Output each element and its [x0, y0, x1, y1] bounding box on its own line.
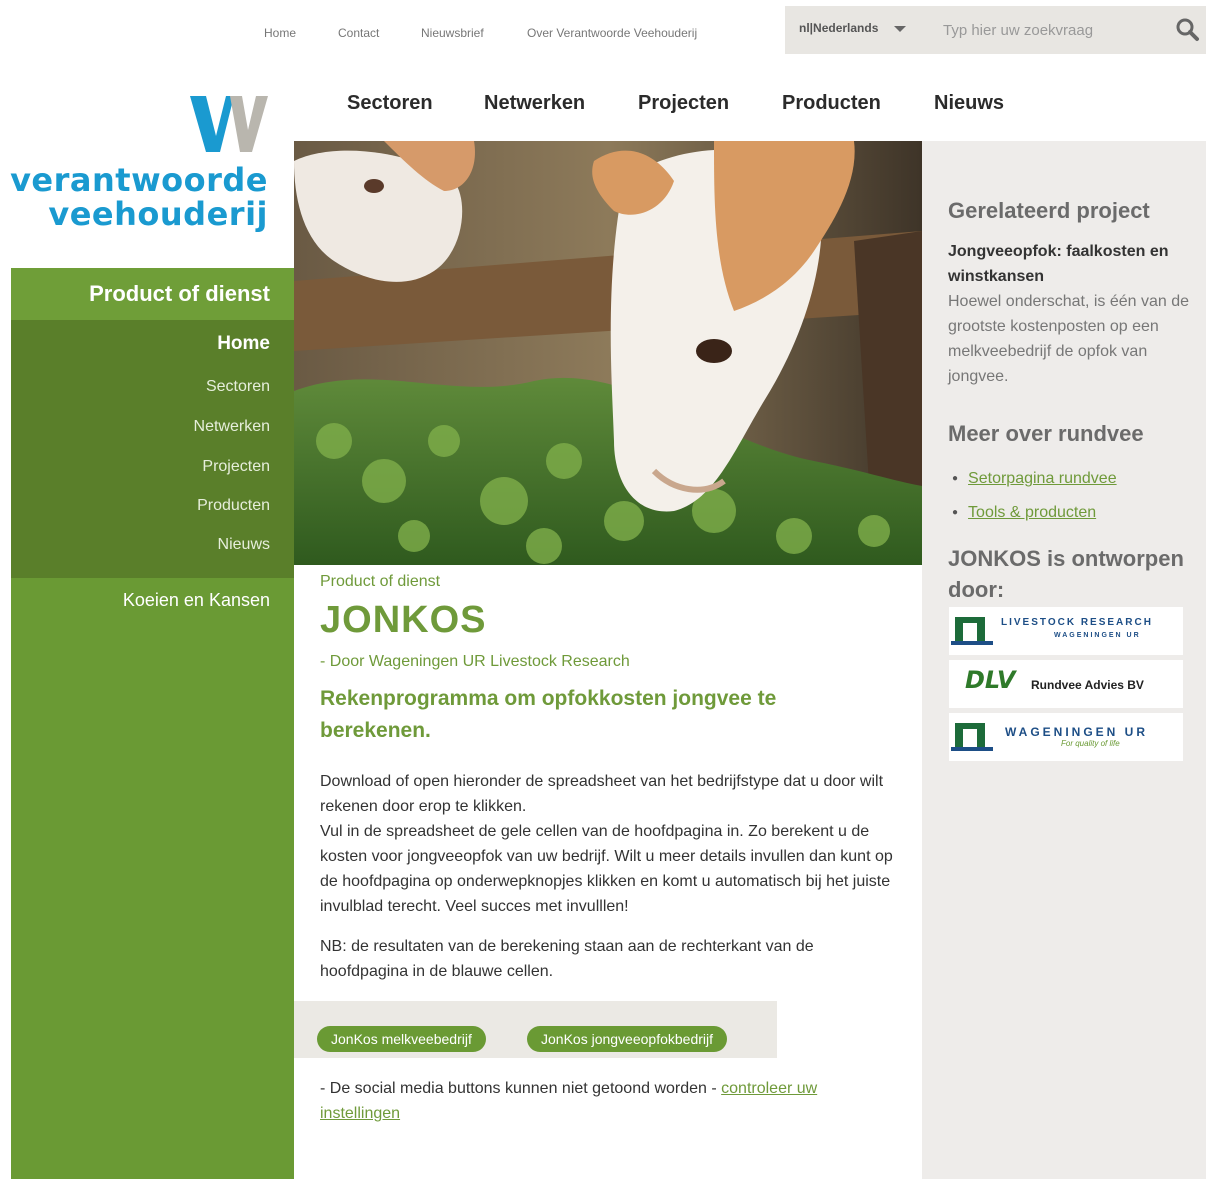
sidebar-title: Product of dienst: [11, 268, 294, 320]
download-button-bar: JonKos melkveebedrijf JonKos jongveeopfo…: [294, 1001, 777, 1058]
logo-text-line1: verantwoorde: [10, 161, 268, 199]
sidebar-item-netwerken[interactable]: Netwerken: [194, 418, 270, 436]
site-logo[interactable]: verantwoorde veehouderij: [10, 94, 272, 240]
top-link-about[interactable]: Over Verantwoorde Veehouderij: [527, 26, 697, 40]
chevron-down-icon: [894, 26, 906, 32]
jonkos-jongveeopfokbedrijf-button[interactable]: JonKos jongveeopfokbedrijf: [527, 1026, 728, 1052]
search-box: [922, 6, 1206, 54]
partner-sub: WAGENINGEN UR: [1054, 632, 1141, 639]
partner-name: WAGENINGEN UR: [1005, 725, 1149, 739]
wageningen-ur-logo[interactable]: WAGENINGEN UR For quality of life: [949, 713, 1183, 761]
livestock-research-logo[interactable]: LIVESTOCK RESEARCH WAGENINGEN UR: [949, 607, 1183, 655]
link-tools-producten[interactable]: Tools & producten: [968, 504, 1096, 521]
left-sidebar: Product of dienst Home Sectoren Netwerke…: [11, 268, 294, 1179]
sidebar-menu: Home Sectoren Netwerken Projecten Produc…: [11, 320, 294, 578]
sidebar-item-producten[interactable]: Producten: [197, 497, 270, 515]
partner-sub: Rundvee Advies BV: [1031, 678, 1144, 692]
nav-item-producten[interactable]: Producten: [782, 92, 881, 115]
social-media-notice: - De social media buttons kunnen niet ge…: [320, 1076, 900, 1126]
note-paragraph: NB: de resultaten van de berekening staa…: [320, 938, 814, 980]
nav-item-netwerken[interactable]: Netwerken: [484, 92, 585, 115]
intro-paragraph-line2: Vul in de spreadsheet de gele cellen van…: [320, 823, 893, 915]
intro-paragraph: Download of open hieronder de spreadshee…: [320, 769, 895, 919]
related-project-link[interactable]: Jongveeopfok: faalkosten en winstkansen: [948, 239, 1196, 289]
logo-vw-mark: [190, 96, 268, 152]
designed-by-heading: JONKOS is ontworpen door:: [948, 546, 1184, 602]
list-item: Setorpagina rundvee: [952, 463, 1117, 497]
byline: - Door Wageningen UR Livestock Research: [320, 653, 630, 670]
dlv-logo[interactable]: DLV Rundvee Advies BV: [949, 660, 1183, 708]
partner-name: LIVESTOCK RESEARCH: [1001, 617, 1153, 628]
sidebar-item-nieuws[interactable]: Nieuws: [218, 536, 270, 554]
partner-sub: For quality of life: [1061, 739, 1120, 748]
breadcrumb: Product of dienst: [320, 573, 441, 590]
intro-paragraph-line1: Download of open hieronder de spreadshee…: [320, 773, 884, 815]
search-input[interactable]: [922, 6, 1162, 54]
top-link-contact[interactable]: Contact: [338, 26, 379, 40]
more-rundvee-heading: Meer over rundvee: [948, 421, 1144, 446]
top-link-newsletter[interactable]: Nieuwsbrief: [421, 26, 484, 40]
right-aside: Gerelateerd project Jongveeopfok: faalko…: [922, 141, 1206, 1179]
list-item: Tools & producten: [952, 497, 1117, 531]
lead-text: Rekenprogramma om opfokkosten jongvee te…: [320, 687, 777, 742]
sidebar-item-home[interactable]: Home: [217, 333, 270, 355]
hero-image-calves-grazing: [294, 141, 922, 565]
logo-text-line2: veehouderij: [48, 195, 268, 233]
sidebar-item-sectoren[interactable]: Sectoren: [206, 378, 270, 396]
more-rundvee-list: Setorpagina rundvee Tools & producten: [952, 463, 1117, 531]
related-project-heading: Gerelateerd project: [948, 198, 1150, 223]
partner-name: DLV: [965, 666, 1016, 694]
nav-item-sectoren[interactable]: Sectoren: [347, 92, 433, 115]
related-project-text: Hoewel onderschat, is één van de grootst…: [948, 293, 1190, 385]
sidebar-item-koeien-en-kansen[interactable]: Koeien en Kansen: [123, 590, 270, 611]
language-select[interactable]: nl|Nederlands: [785, 6, 922, 54]
social-notice-text: - De social media buttons kunnen niet ge…: [320, 1080, 722, 1097]
nav-item-projecten[interactable]: Projecten: [638, 92, 729, 115]
jonkos-melkveebedrijf-button[interactable]: JonKos melkveebedrijf: [317, 1026, 486, 1052]
sidebar-item-projecten[interactable]: Projecten: [202, 458, 270, 476]
nav-item-nieuws[interactable]: Nieuws: [934, 92, 1004, 115]
top-link-home[interactable]: Home: [264, 26, 296, 40]
page-title: JONKOS: [320, 599, 487, 641]
link-setorpagina-rundvee[interactable]: Setorpagina rundvee: [968, 470, 1117, 487]
language-select-value: nl|Nederlands: [799, 21, 879, 35]
search-icon[interactable]: [1170, 12, 1206, 48]
